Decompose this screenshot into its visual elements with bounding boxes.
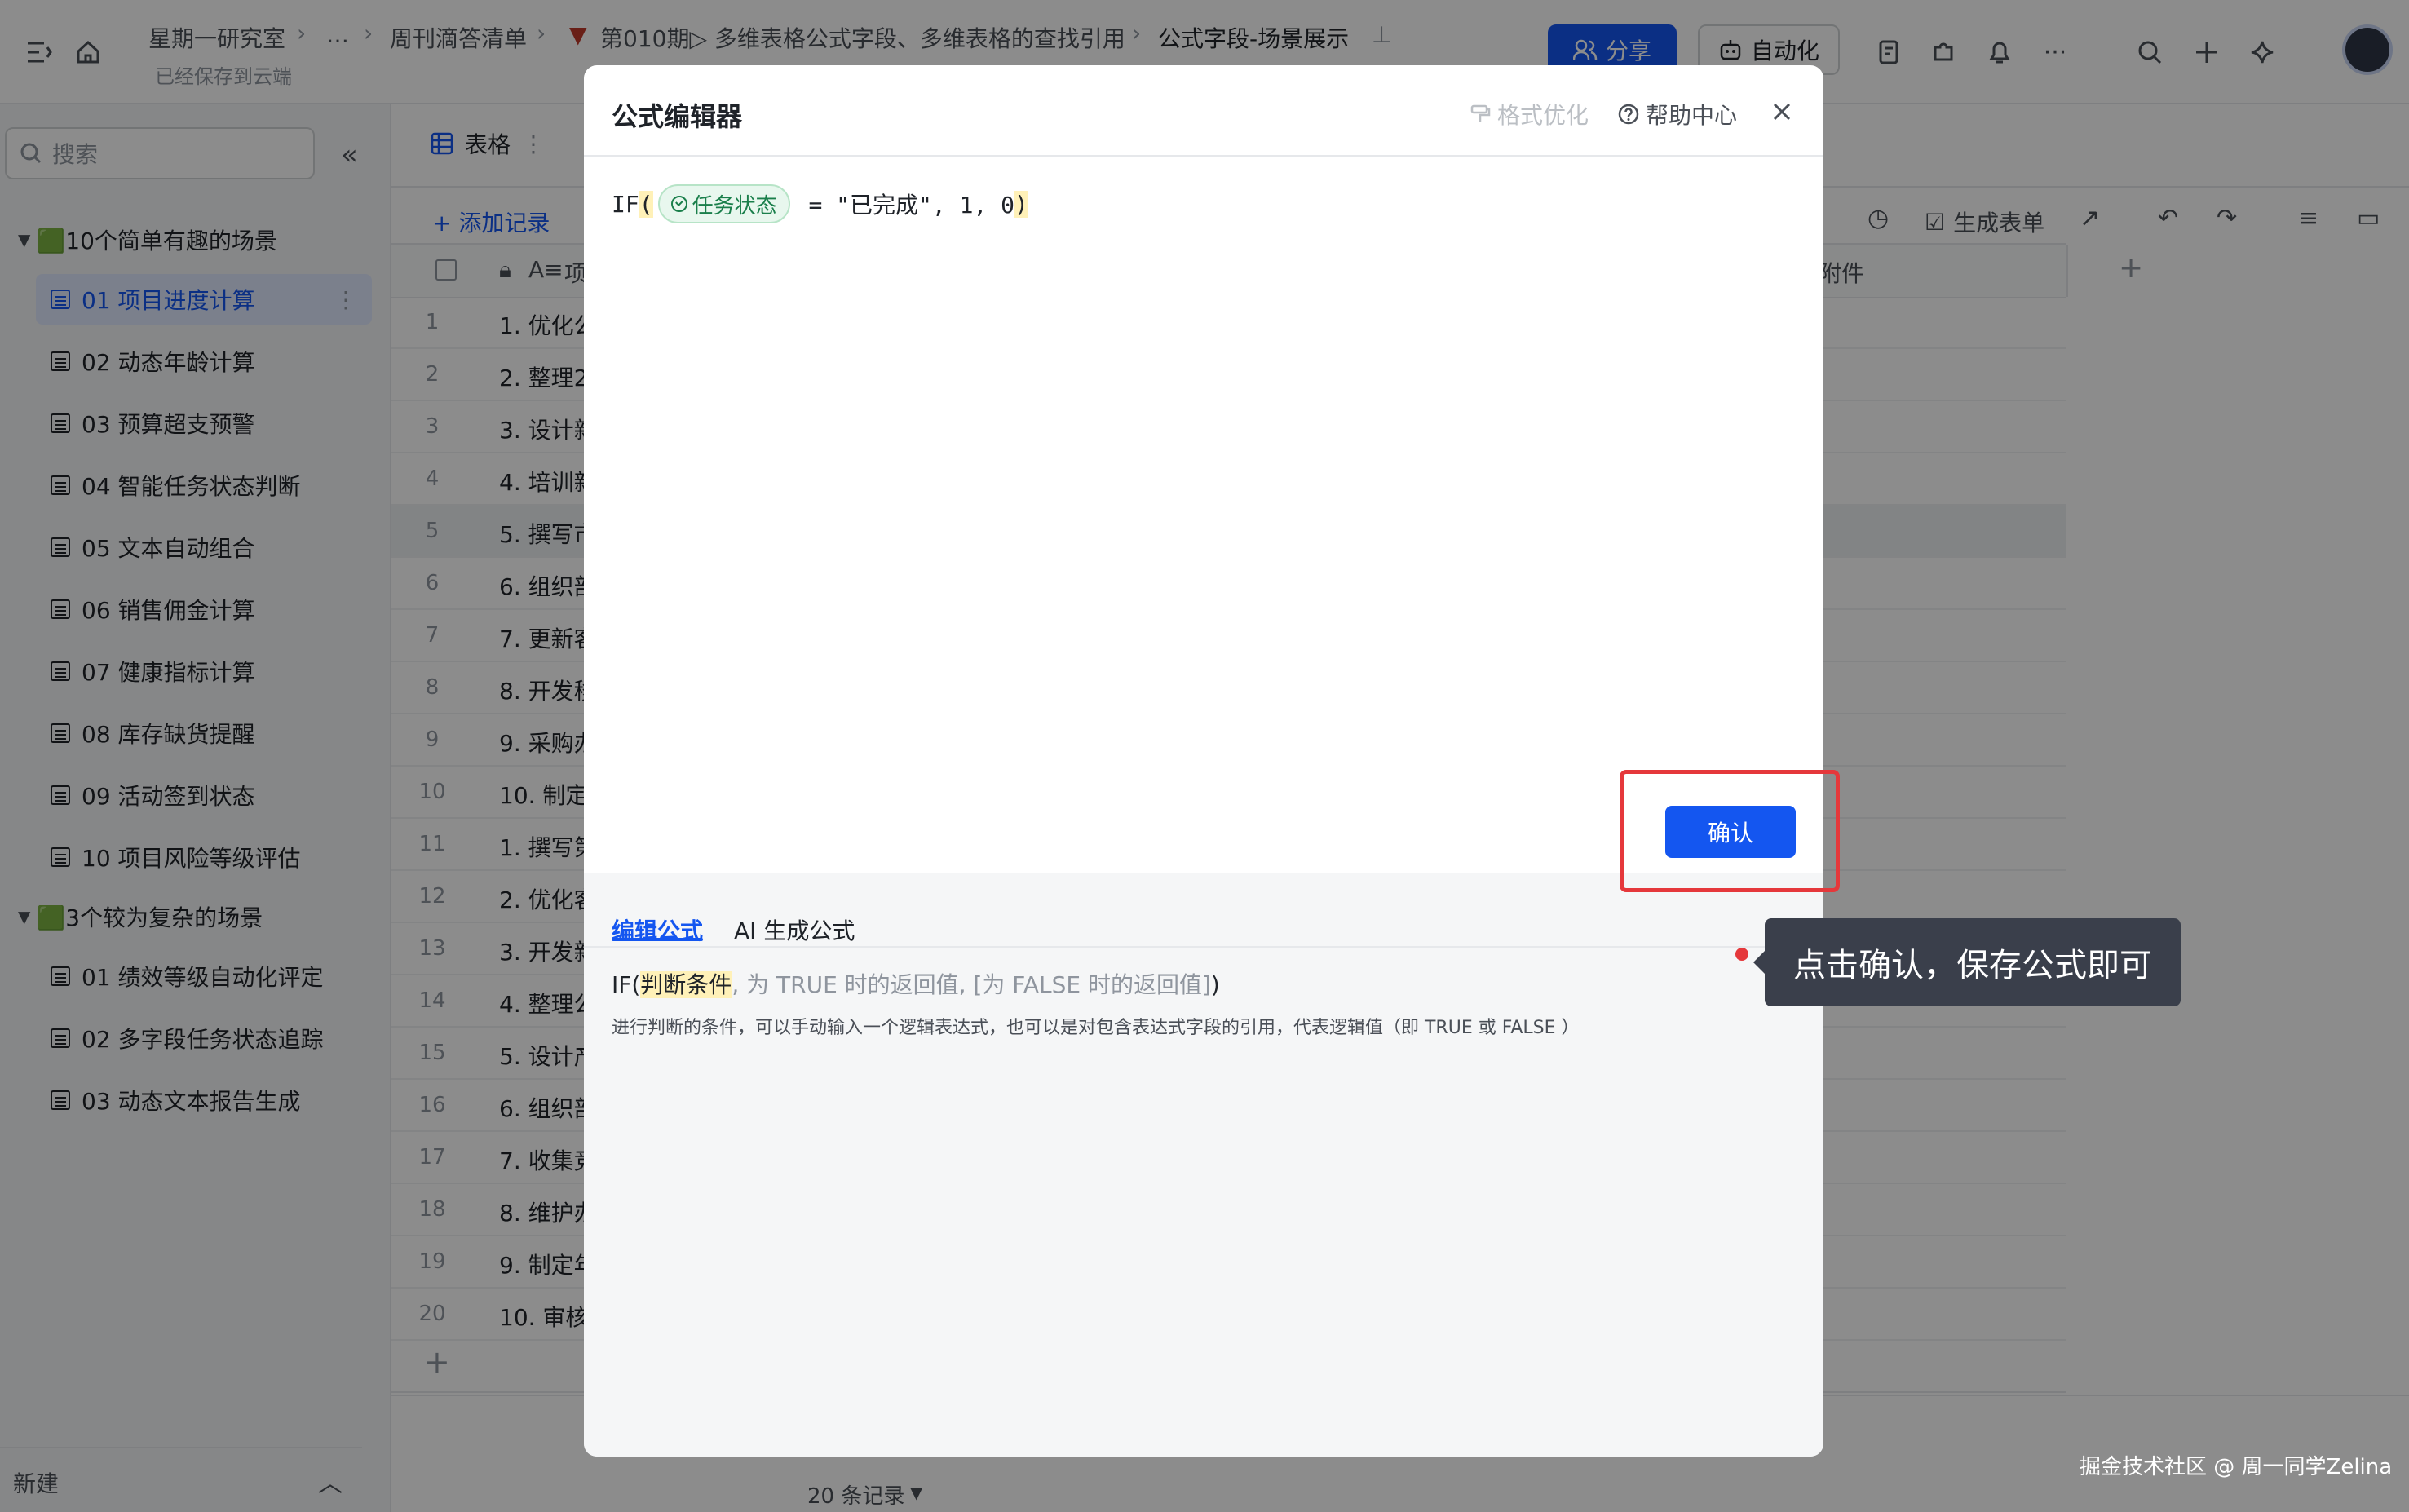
syntax-prefix: IF( <box>612 971 641 998</box>
brush-icon <box>1470 104 1491 122</box>
formula-input[interactable]: IF( 任务状态 = "已完成", 1, 0) <box>612 184 1028 223</box>
formula-close-paren: ) <box>1014 190 1028 218</box>
format-optimize-button[interactable]: 格式优化 <box>1470 98 1589 130</box>
formula-function: IF <box>612 190 639 218</box>
field-reference-chip[interactable]: 任务状态 <box>657 184 790 223</box>
divider <box>584 946 1823 948</box>
highlight-box <box>1620 770 1840 892</box>
status-field-icon <box>670 196 687 212</box>
watermark: 掘金技术社区 @ 周一同学Zelina <box>2080 1455 2393 1479</box>
parameter-description: 进行判断的条件，可以手动输入一个逻辑表达式，也可以是对包含表达式字段的引用，代表… <box>612 1018 1580 1038</box>
formula-help-panel <box>584 873 1823 1457</box>
syntax-rest: , 为 TRUE 时的返回值, [为 FALSE 时的返回值] <box>732 971 1211 998</box>
annotation-tooltip: 点击确认，保存公式即可 <box>1753 918 2181 1006</box>
annotation-dot <box>1735 948 1748 961</box>
format-optimize-label: 格式优化 <box>1497 102 1589 129</box>
active-tab-indicator <box>612 938 703 941</box>
help-center-button[interactable]: 帮助中心 <box>1618 98 1737 130</box>
formula-open-paren: ( <box>639 190 653 218</box>
formula-editor-modal: 公式编辑器 格式优化 帮助中心 IF( 任务状态 = "已完成", 1, 0) =… <box>584 65 1823 1457</box>
syntax-suffix: ) <box>1210 971 1220 998</box>
function-syntax: IF(判断条件, 为 TRUE 时的返回值, [为 FALSE 时的返回值]) <box>612 967 1220 1000</box>
help-center-label: 帮助中心 <box>1646 102 1738 129</box>
tab-ai-formula[interactable]: AI 生成公式 <box>734 913 855 946</box>
tab-edit-formula[interactable]: 编辑公式 <box>612 913 703 946</box>
divider <box>584 155 1823 157</box>
field-reference-label: 任务状态 <box>692 193 777 219</box>
help-circle-icon <box>1618 104 1639 125</box>
close-icon[interactable] <box>1768 98 1796 126</box>
syntax-param-highlight: 判断条件 <box>640 971 732 998</box>
tooltip-text: 点击确认，保存公式即可 <box>1793 947 2152 984</box>
formula-rest: = "已完成", 1, 0 <box>794 192 1015 219</box>
modal-title: 公式编辑器 <box>612 101 743 132</box>
